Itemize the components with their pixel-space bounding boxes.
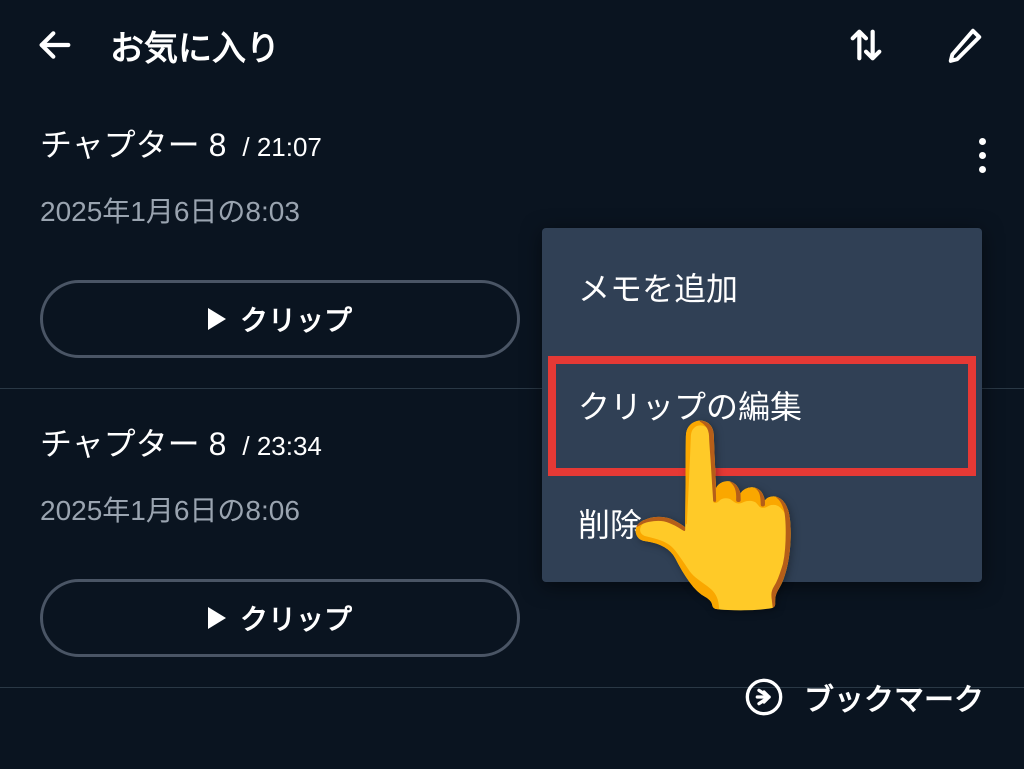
menu-item-delete[interactable]: 削除 bbox=[542, 464, 982, 582]
clip-label: クリップ bbox=[240, 299, 352, 339]
menu-item-add-memo[interactable]: メモを追加 bbox=[542, 228, 982, 346]
chapter-time: / 21:07 bbox=[242, 132, 322, 163]
more-icon bbox=[979, 138, 986, 145]
arrow-left-icon bbox=[35, 25, 75, 65]
play-icon bbox=[208, 308, 226, 330]
header: お気に入り bbox=[0, 0, 1024, 90]
arrow-circle-icon bbox=[744, 677, 784, 717]
pencil-icon bbox=[946, 26, 984, 64]
clip-button[interactable]: クリップ bbox=[40, 280, 520, 358]
more-button[interactable] bbox=[971, 130, 994, 181]
clip-button[interactable]: クリップ bbox=[40, 579, 520, 657]
header-actions bbox=[846, 25, 994, 65]
chapter-time: / 23:34 bbox=[242, 431, 322, 462]
context-menu: メモを追加 クリップの編集 削除 bbox=[542, 228, 982, 582]
edit-button[interactable] bbox=[946, 26, 984, 64]
sort-icon bbox=[846, 25, 886, 65]
play-icon bbox=[208, 607, 226, 629]
clip-label: クリップ bbox=[240, 598, 352, 638]
date-line: 2025年1月6日の8:03 bbox=[40, 190, 984, 230]
chapter-name: チャプター 8 bbox=[40, 419, 226, 465]
sort-button[interactable] bbox=[846, 25, 886, 65]
bookmark-label: ブックマーク bbox=[804, 675, 984, 719]
page-title: お気に入り bbox=[110, 21, 846, 70]
chapter-name: チャプター 8 bbox=[40, 120, 226, 166]
back-button[interactable] bbox=[30, 20, 80, 70]
menu-item-edit-clip[interactable]: クリップの編集 bbox=[542, 346, 982, 464]
chapter-line: チャプター 8 / 21:07 bbox=[40, 120, 984, 166]
bookmark-button[interactable]: ブックマーク bbox=[744, 675, 984, 719]
